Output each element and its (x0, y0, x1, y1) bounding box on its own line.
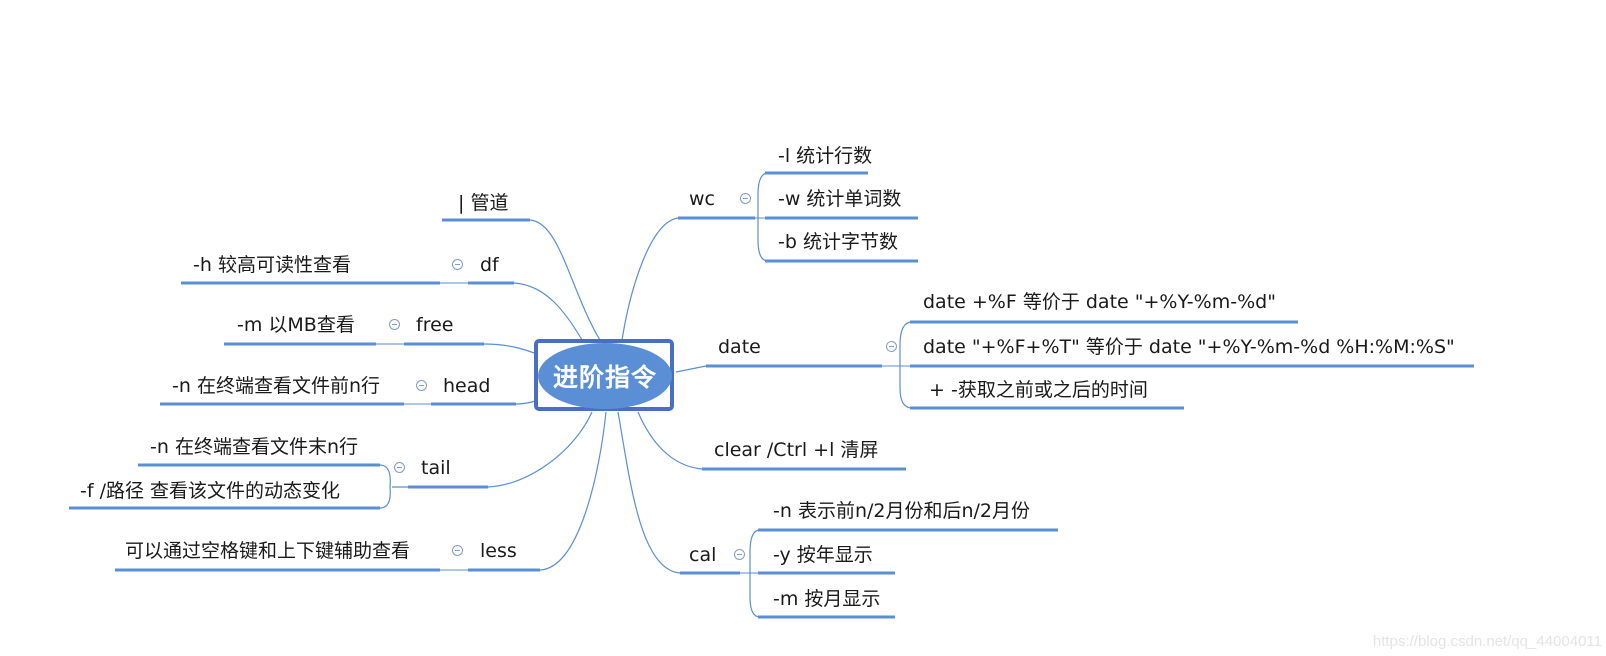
cal-option-n[interactable]: -n 表示前n/2月份和后n/2月份 (773, 500, 1030, 522)
pipe-curve (529, 219, 601, 341)
root-node-label: 进阶指令 (552, 363, 657, 392)
df-option-h[interactable]: -h 较高可读性查看 (193, 254, 351, 276)
free-option-m[interactable]: -m 以MB查看 (237, 314, 355, 336)
collapse-head-icon[interactable] (416, 380, 427, 391)
mindmap-canvas: 进阶指令 | 管道 df -h 较高可读性查看 free -m 以MB查看 he… (0, 0, 1606, 656)
branch-df-label[interactable]: df (480, 254, 499, 276)
wc-option-b[interactable]: -b 统计字节数 (778, 231, 898, 253)
collapse-wc-icon[interactable] (740, 193, 751, 204)
branch-head-label[interactable]: head (443, 375, 490, 397)
tail-option-f[interactable]: -f /路径 查看该文件的动态变化 (80, 480, 340, 502)
date-curve (675, 365, 707, 373)
wc-option-l[interactable]: -l 统计行数 (778, 145, 872, 167)
wc-curve (621, 217, 679, 341)
tail-curve (487, 411, 593, 488)
branch-cal-label[interactable]: cal (689, 544, 716, 566)
df-curve (513, 282, 586, 346)
collapse-free-icon[interactable] (389, 319, 400, 330)
less-description[interactable]: 可以通过空格键和上下键辅助查看 (125, 540, 410, 562)
wc-option-w[interactable]: -w 统计单词数 (778, 188, 901, 210)
branch-pipe-label[interactable]: | 管道 (458, 192, 508, 214)
watermark: https://blog.csdn.net/qq_44004011 (1372, 633, 1602, 650)
collapse-less-icon[interactable] (452, 545, 463, 556)
root-node[interactable]: 进阶指令 (538, 343, 672, 409)
date-format-f[interactable]: date +%F 等价于 date "+%Y-%m-%d" (923, 291, 1276, 313)
cal-curve (617, 411, 681, 574)
collapse-date-icon[interactable] (886, 341, 897, 352)
cal-option-y[interactable]: -y 按年显示 (773, 544, 873, 566)
head-option-n[interactable]: -n 在终端查看文件前n行 (172, 375, 380, 397)
branch-wc-label[interactable]: wc (689, 188, 715, 210)
clear-curve (637, 411, 703, 470)
cal-option-m[interactable]: -m 按月显示 (773, 588, 880, 610)
branch-date-label[interactable]: date (718, 336, 761, 358)
tail-option-n[interactable]: -n 在终端查看文件末n行 (150, 436, 358, 458)
date-format-ft[interactable]: date "+%F+%T" 等价于 date "+%Y-%m-%d %H:%M:… (923, 336, 1455, 358)
branch-free-label[interactable]: free (416, 314, 453, 336)
tail-bracket (379, 464, 408, 509)
branch-less-label[interactable]: less (480, 540, 517, 562)
less-curve (539, 411, 607, 571)
branch-clear-label[interactable]: clear /Ctrl +l 清屏 (714, 439, 878, 461)
branch-tail-label[interactable]: tail (421, 457, 451, 479)
collapse-df-icon[interactable] (452, 259, 463, 270)
collapse-tail-icon[interactable] (394, 462, 405, 473)
collapse-cal-icon[interactable] (734, 549, 745, 560)
date-relative-time[interactable]: + -获取之前或之后的时间 (929, 379, 1148, 401)
